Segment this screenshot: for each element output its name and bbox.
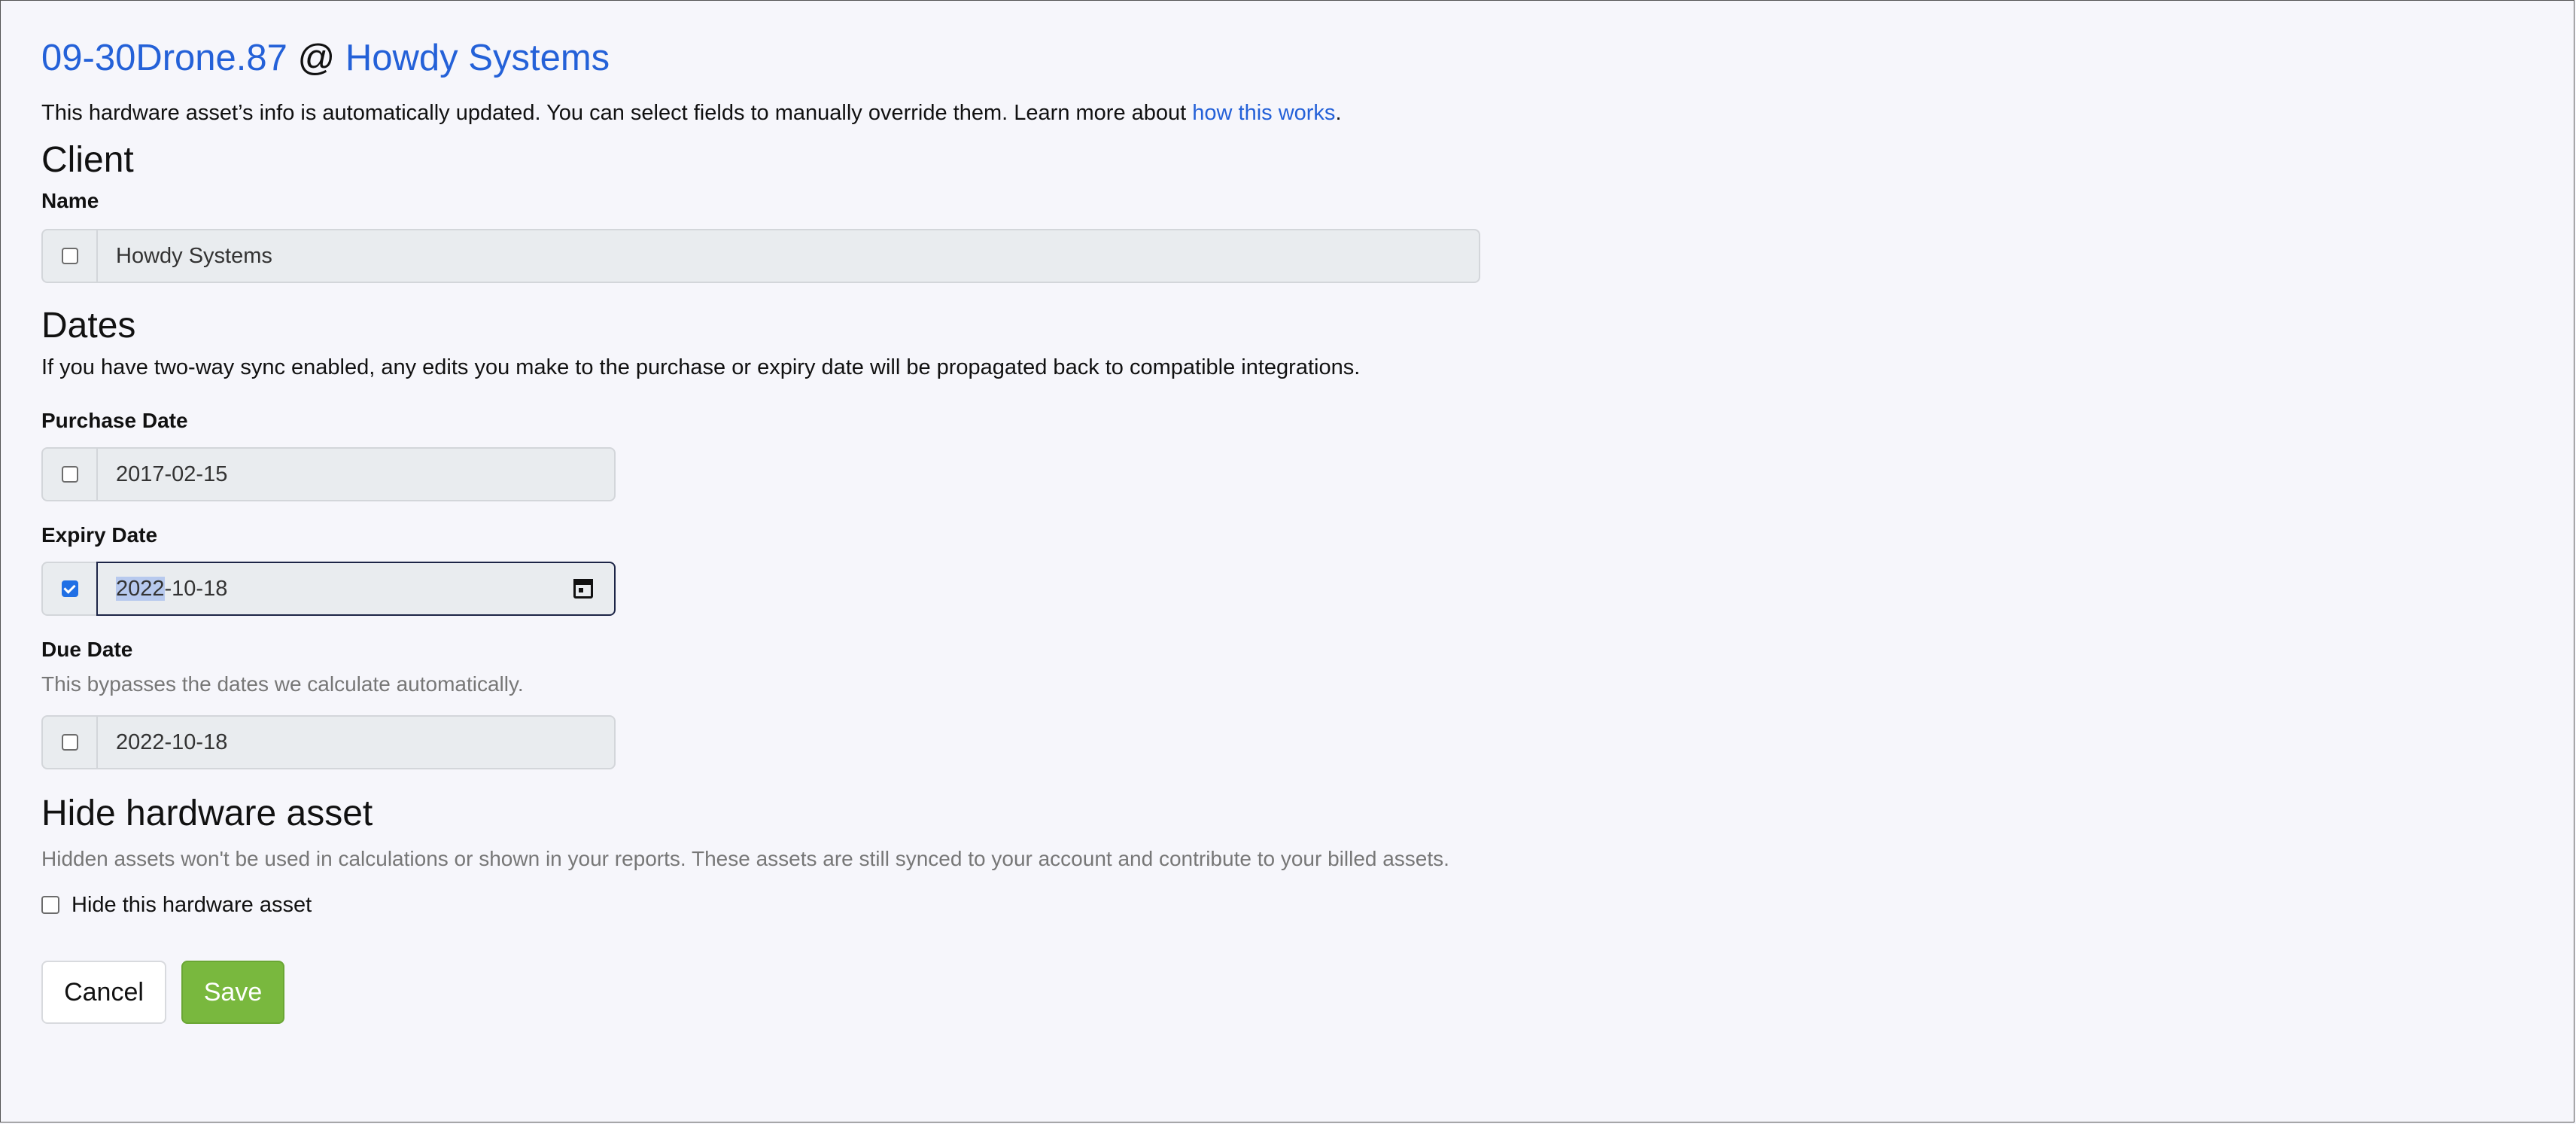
how-this-works-link[interactable]: how this works	[1192, 101, 1335, 125]
cancel-button[interactable]: Cancel	[41, 961, 166, 1024]
edit-hardware-asset-form: 09-30Drone.87 @ Howdy Systems This hardw…	[41, 32, 1547, 1024]
hide-asset-row[interactable]: Hide this hardware asset	[41, 890, 1547, 920]
calendar-icon[interactable]	[573, 579, 593, 599]
expiry-date-rest: -10-18	[164, 576, 228, 601]
dates-description: If you have two-way sync enabled, any ed…	[41, 355, 1361, 379]
title-at-symbol: @	[297, 38, 336, 78]
due-date-label: Due Date	[41, 638, 133, 661]
client-name-input[interactable]: Howdy Systems	[96, 229, 1480, 283]
intro-suffix: .	[1335, 101, 1342, 125]
client-link[interactable]: Howdy Systems	[345, 38, 610, 78]
purchase-date-label: Purchase Date	[41, 409, 188, 432]
hide-asset-checkbox-label[interactable]: Hide this hardware asset	[71, 893, 312, 918]
expiry-date-override-checkbox[interactable]	[61, 580, 78, 597]
page-title: 09-30Drone.87 @ Howdy Systems	[41, 32, 1547, 84]
save-button[interactable]: Save	[181, 961, 284, 1024]
purchase-date-override-checkbox[interactable]	[61, 466, 78, 483]
hide-asset-heading: Hide hardware asset	[41, 794, 373, 833]
due-date-input[interactable]: 2022-10-18	[96, 715, 616, 769]
expiry-date-value: 2022-10-18	[116, 576, 228, 602]
due-date-override-addon	[41, 715, 96, 769]
intro-text: This hardware asset’s info is automatica…	[41, 98, 1547, 128]
asset-name-link[interactable]: 09-30Drone.87	[41, 38, 287, 78]
expiry-date-override-addon	[41, 562, 96, 616]
hide-asset-help: Hidden assets won't be used in calculati…	[41, 847, 1449, 870]
client-name-override-checkbox[interactable]	[61, 248, 78, 264]
form-actions: Cancel Save	[41, 961, 1547, 1024]
client-heading: Client	[41, 140, 134, 180]
expiry-date-input[interactable]: 2022-10-18	[96, 562, 616, 616]
due-date-help: This bypasses the dates we calculate aut…	[41, 672, 524, 696]
purchase-date-input[interactable]: 2017-02-15	[96, 447, 616, 501]
hide-asset-checkbox[interactable]	[41, 896, 59, 914]
intro-body: This hardware asset’s info is automatica…	[41, 101, 1193, 125]
purchase-date-override-addon	[41, 447, 96, 501]
due-date-override-checkbox[interactable]	[61, 734, 78, 751]
client-name-override-addon	[41, 229, 96, 283]
expiry-date-label: Expiry Date	[41, 523, 158, 547]
due-date-group: 2022-10-18	[41, 715, 616, 769]
client-name-label: Name	[41, 189, 99, 212]
dates-heading: Dates	[41, 306, 136, 346]
expiry-date-year-segment[interactable]: 2022	[116, 576, 165, 601]
client-name-group: Howdy Systems	[41, 229, 1480, 283]
purchase-date-group: 2017-02-15	[41, 447, 616, 501]
expiry-date-group: 2022-10-18	[41, 562, 616, 616]
